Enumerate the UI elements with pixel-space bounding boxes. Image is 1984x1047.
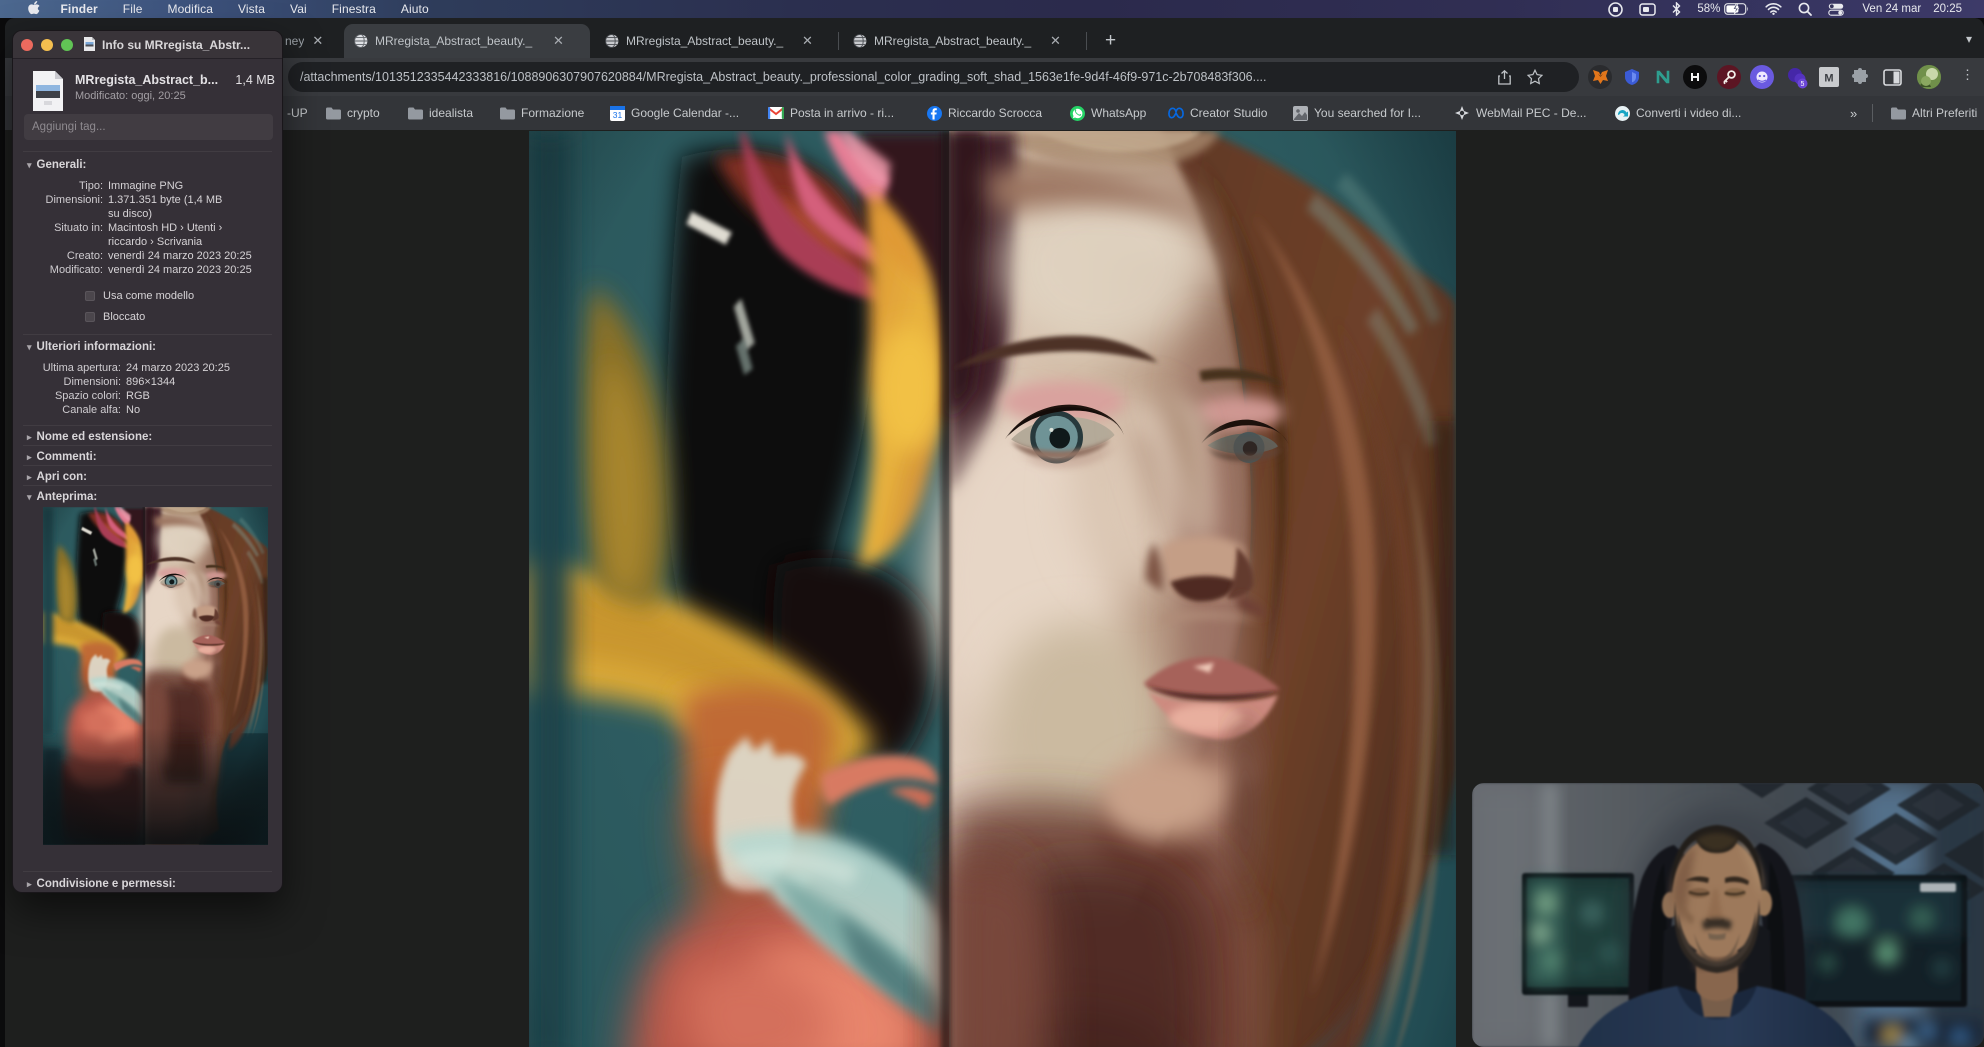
svg-text:31: 31 bbox=[612, 110, 622, 120]
svg-text:5: 5 bbox=[1801, 81, 1805, 88]
svg-text:M: M bbox=[1824, 73, 1833, 85]
